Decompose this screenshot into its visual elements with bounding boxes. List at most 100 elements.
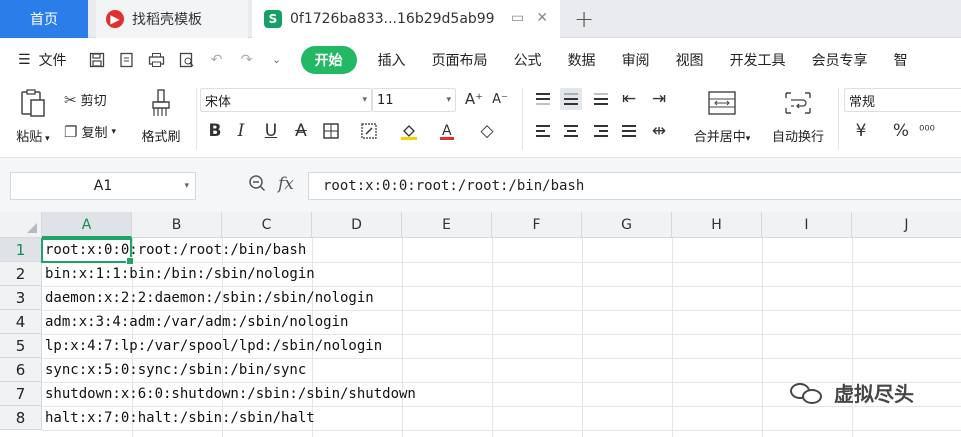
font-size-select[interactable]: 11 ▾	[372, 88, 456, 112]
redo-icon[interactable]: ↷	[237, 50, 257, 70]
export-pdf-icon[interactable]	[117, 50, 137, 70]
copy-button[interactable]: ❐ 复制 ▾	[64, 122, 116, 142]
font-color-icon[interactable]: A	[436, 120, 458, 142]
column-header-j[interactable]: J	[852, 212, 961, 238]
scissors-icon: ✂	[64, 90, 77, 109]
cell-a2[interactable]: bin:x:1:1:bin:/bin:/sbin/nologin	[45, 262, 315, 286]
zoom-icon[interactable]	[248, 174, 266, 197]
watermark-text: 虚拟尽头	[834, 382, 914, 406]
row-header-2[interactable]: 2	[0, 262, 42, 286]
tab-spreadsheet[interactable]: S 0f1726ba833...16b29d5ab99 ▭ ✕	[252, 0, 560, 38]
column-header-a[interactable]: A	[42, 212, 132, 238]
print-icon[interactable]	[147, 50, 167, 70]
merge-center-button[interactable]: 合并居中▾	[686, 86, 758, 145]
row-header-6[interactable]: 6	[0, 358, 42, 382]
cell-a8[interactable]: halt:x:7:0:halt:/sbin:/sbin/halt	[45, 406, 315, 430]
justify-icon[interactable]	[618, 120, 640, 142]
wrap-text-button[interactable]: 自动换行	[764, 86, 832, 145]
column-header-c[interactable]: C	[222, 212, 312, 238]
pin-window-icon[interactable]: ▭	[511, 10, 524, 26]
decrease-indent-icon[interactable]: ⇤	[618, 88, 640, 110]
divider	[196, 88, 197, 150]
quick-access-toolbar: ↶ ↷ ⌄	[87, 50, 287, 70]
insert-function-button[interactable]: fx	[278, 174, 294, 197]
tab-data[interactable]: 数据	[555, 50, 609, 70]
align-middle-icon[interactable]	[560, 88, 582, 110]
distribute-icon[interactable]: ⇹	[648, 120, 670, 142]
italic-icon[interactable]: I	[230, 120, 252, 142]
tab-view[interactable]: 视图	[663, 50, 717, 70]
column-header-b[interactable]: B	[132, 212, 222, 238]
number-format-select[interactable]: 常规	[844, 88, 961, 112]
borders-icon[interactable]	[320, 120, 342, 142]
align-bottom-icon[interactable]	[590, 88, 612, 110]
tab-smart[interactable]: 智	[881, 50, 921, 70]
tab-page-layout[interactable]: 页面布局	[419, 50, 501, 70]
file-menu[interactable]: ☰ 文件	[18, 50, 67, 70]
cell-a7[interactable]: shutdown:x:6:0:shutdown:/sbin:/sbin/shut…	[45, 382, 416, 406]
align-center-icon[interactable]	[560, 120, 582, 142]
format-painter-button[interactable]: 格式刷	[134, 86, 188, 145]
undo-icon[interactable]: ↶	[207, 50, 227, 70]
underline-icon[interactable]: U	[260, 120, 282, 142]
bold-icon[interactable]: B	[204, 120, 226, 142]
cell-a6[interactable]: sync:x:5:0:sync:/sbin:/bin/sync	[45, 358, 306, 382]
tab-home[interactable]: 首页	[0, 0, 88, 38]
cell-style-icon[interactable]	[358, 120, 380, 142]
currency-icon[interactable]: ¥	[850, 120, 872, 142]
formula-input[interactable]: root:x:0:0:root:/root:/bin/bash	[308, 172, 961, 200]
cell-a4[interactable]: adm:x:3:4:adm:/var/adm:/sbin/nologin	[45, 310, 348, 334]
print-preview-icon[interactable]	[177, 50, 197, 70]
row-header-3[interactable]: 3	[0, 286, 42, 310]
percent-icon[interactable]: %	[890, 120, 912, 142]
paste-button[interactable]: 粘贴 ▾	[10, 86, 56, 145]
column-header-g[interactable]: G	[582, 212, 672, 238]
fill-color-icon[interactable]	[398, 120, 420, 142]
tab-start[interactable]: 开始	[300, 46, 357, 74]
cell-a3[interactable]: daemon:x:2:2:daemon:/sbin:/sbin/nologin	[45, 286, 374, 310]
tab-insert[interactable]: 插入	[365, 50, 419, 70]
thousands-separator-icon[interactable]: ⁰⁰⁰	[916, 120, 938, 142]
column-header-h[interactable]: H	[672, 212, 762, 238]
row-header-7[interactable]: 7	[0, 382, 42, 406]
column-header-f[interactable]: F	[492, 212, 582, 238]
column-header-i[interactable]: I	[762, 212, 852, 238]
align-left-icon[interactable]	[532, 120, 554, 142]
column-header-e[interactable]: E	[402, 212, 492, 238]
row-header-4[interactable]: 4	[0, 310, 42, 334]
cut-button[interactable]: ✂ 剪切	[64, 90, 107, 110]
name-box[interactable]: A1 ▾	[10, 172, 196, 200]
tab-bar: 首页 ▶ 找稻壳模板 S 0f1726ba833...16b29d5ab99 ▭…	[0, 0, 961, 38]
customize-dropdown-icon[interactable]: ⌄	[267, 50, 287, 70]
increase-font-icon[interactable]: A⁺	[463, 88, 485, 110]
chevron-down-icon: ▾	[184, 181, 189, 191]
decrease-font-icon[interactable]: A⁻	[489, 88, 511, 110]
increase-indent-icon[interactable]: ⇥	[648, 88, 670, 110]
font-name-select[interactable]: 宋体 ▾	[200, 88, 372, 112]
column-header-d[interactable]: D	[312, 212, 402, 238]
row-header-8[interactable]: 8	[0, 406, 42, 430]
tab-member[interactable]: 会员专享	[799, 50, 881, 70]
strikethrough-icon[interactable]: A	[290, 120, 312, 142]
file-menu-label: 文件	[38, 53, 67, 69]
cell-a5[interactable]: lp:x:4:7:lp:/var/spool/lpd:/sbin/nologin	[45, 334, 382, 358]
eraser-icon[interactable]: ◇	[476, 120, 498, 142]
ribbon-tabs: 开始 插入 页面布局 公式 数据 审阅 视图 开发工具 会员专享 智	[300, 46, 921, 74]
tab-review[interactable]: 审阅	[609, 50, 663, 70]
align-right-icon[interactable]	[590, 120, 612, 142]
close-icon[interactable]: ✕	[536, 10, 548, 26]
tab-developer[interactable]: 开发工具	[717, 50, 799, 70]
gridline	[672, 238, 673, 437]
tab-formulas[interactable]: 公式	[501, 50, 555, 70]
row-header-5[interactable]: 5	[0, 334, 42, 358]
font-name-value: 宋体	[205, 94, 232, 110]
tab-template[interactable]: ▶ 找稻壳模板	[96, 0, 248, 38]
clipboard-icon	[10, 86, 56, 120]
watermark: 虚拟尽头	[790, 378, 914, 407]
row-header-1[interactable]: 1	[0, 238, 42, 262]
select-all-button[interactable]	[0, 212, 42, 238]
new-tab-button[interactable]: +	[574, 5, 594, 33]
save-icon[interactable]	[87, 50, 107, 70]
align-top-icon[interactable]	[532, 88, 554, 110]
hamburger-icon: ☰	[18, 52, 31, 68]
